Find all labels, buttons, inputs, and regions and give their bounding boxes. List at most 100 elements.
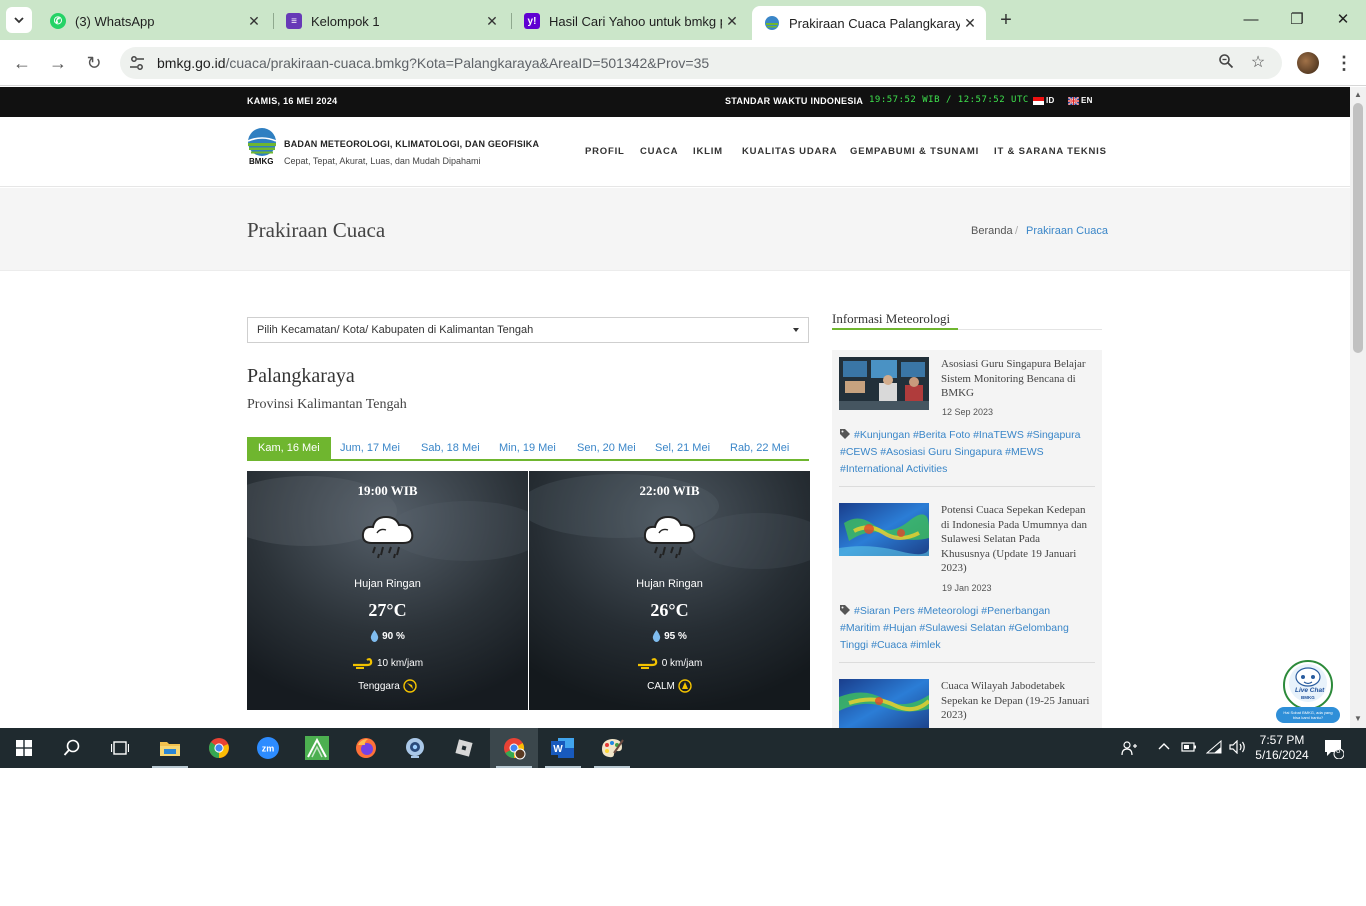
tag-icon <box>840 429 850 439</box>
news-thumbnail[interactable] <box>839 679 929 728</box>
zoom-icon[interactable] <box>1216 53 1236 73</box>
taskbar-chrome[interactable] <box>195 728 243 768</box>
tab-whatsapp[interactable]: ✆ (3) WhatsApp ✕ <box>38 6 270 36</box>
humidity-value: 90 % <box>382 630 405 642</box>
tab-title: Prakiraan Cuaca Palangkaraya - <box>789 15 960 31</box>
day-tabs: Kam, 16 Mei Jum, 17 Mei Sab, 18 Mei Min,… <box>247 437 809 461</box>
taskbar-firefox[interactable] <box>342 728 390 768</box>
svg-text:W: W <box>553 744 563 755</box>
chrome-icon <box>208 738 229 759</box>
wind-direction: Tenggara <box>358 680 400 692</box>
menu-cuaca[interactable]: CUACA <box>640 146 678 157</box>
taskbar-file-explorer[interactable] <box>146 728 194 768</box>
start-button[interactable] <box>0 728 48 768</box>
paint-icon <box>602 739 624 758</box>
news-title[interactable]: Cuaca Wilayah Jabodetabek Sepekan ke Dep… <box>941 679 1091 723</box>
temperature: 26°C <box>650 600 689 620</box>
live-chat-hint: Hai Sobat BMKG, ada yang bisa kami bantu… <box>1283 710 1333 720</box>
empty-area-below-screen <box>0 768 1366 906</box>
folder-icon <box>160 742 180 756</box>
new-tab-button[interactable]: + <box>994 8 1018 32</box>
close-window-button[interactable]: ✕ <box>1320 6 1366 34</box>
scroll-up-icon[interactable]: ▲ <box>1354 90 1362 99</box>
zoom-app-icon: zm <box>257 737 279 759</box>
language-id-link[interactable]: ID <box>1033 96 1055 105</box>
forecast-time: 19:00 WIB <box>357 483 418 498</box>
day-tab-kam-16[interactable]: Kam, 16 Mei <box>247 437 331 459</box>
show-hidden-icons-chevron-icon[interactable] <box>1157 740 1171 757</box>
page-scrollbar[interactable]: ▲ ▼ <box>1350 87 1366 728</box>
humidity-drop-icon <box>652 630 661 642</box>
yahoo-icon: y! <box>524 13 540 29</box>
day-tab-sab-18[interactable]: Sab, 18 Mei <box>410 437 491 459</box>
close-tab-icon[interactable]: ✕ <box>482 13 502 30</box>
province-name: Provinsi Kalimantan Tengah <box>247 397 407 412</box>
location-select[interactable]: Pilih Kecamatan/ Kota/ Kabupaten di Kali… <box>247 317 809 343</box>
location-select-value: Pilih Kecamatan/ Kota/ Kabupaten di Kali… <box>257 324 534 336</box>
day-tab-sen-20[interactable]: Sen, 20 Mei <box>566 437 647 459</box>
profile-avatar[interactable] <box>1297 52 1319 74</box>
taskbar-webcam-app[interactable] <box>391 728 439 768</box>
live-chat-widget[interactable]: Live Chat BMKG Hai Sobat BMKG, ada yang … <box>1276 659 1340 725</box>
news-thumbnail[interactable] <box>839 357 929 410</box>
battery-icon[interactable] <box>1181 740 1197 757</box>
bmkg-logo[interactable]: BMKG <box>247 127 277 167</box>
back-button[interactable]: ← <box>9 50 35 76</box>
menu-it-sarana-teknis[interactable]: IT & SARANA TEKNIS <box>994 146 1107 157</box>
action-center-icon[interactable]: 8 <box>1324 739 1345 762</box>
org-name: BADAN METEOROLOGI, KLIMATOLOGI, DAN GEOF… <box>284 139 540 149</box>
address-bar[interactable]: bmkg.go.id/cuaca/prakiraan-cuaca.bmkg?Ko… <box>120 47 1282 79</box>
menu-kualitas-udara[interactable]: KUALITAS UDARA <box>742 146 837 157</box>
search-button[interactable] <box>48 728 96 768</box>
page-header: Prakiraan Cuaca Beranda / Prakiraan Cuac… <box>0 188 1350 271</box>
taskbar-clock[interactable]: 7:57 PM 5/16/2024 <box>1252 733 1312 763</box>
reload-button[interactable]: ↻ <box>81 50 107 76</box>
restore-button[interactable]: ❐ <box>1274 6 1320 34</box>
menu-profil[interactable]: PROFIL <box>585 146 625 157</box>
scroll-down-icon[interactable]: ▼ <box>1354 714 1362 723</box>
news-tags[interactable]: #Siaran Pers #Meteorologi #Penerbangan #… <box>840 605 1069 651</box>
taskbar-word[interactable]: W <box>539 728 587 768</box>
wifi-icon[interactable] <box>1205 739 1222 757</box>
close-tab-icon[interactable]: ✕ <box>244 13 264 30</box>
tab-prakiraan-cuaca[interactable]: Prakiraan Cuaca Palangkaraya - ✕ <box>752 6 986 40</box>
chrome-menu-icon[interactable]: ⋮ <box>1334 50 1354 76</box>
temperature: 27°C <box>368 600 407 620</box>
taskbar-zoom[interactable]: zm <box>244 728 292 768</box>
wind-icon <box>637 658 657 669</box>
city-name: Palangkaraya <box>247 365 355 387</box>
menu-iklim[interactable]: IKLIM <box>693 146 723 157</box>
tab-search-button[interactable] <box>6 7 32 33</box>
language-en-link[interactable]: EN <box>1068 96 1093 105</box>
windows-taskbar: zm W 7:57 PM 5/16/2024 8 <box>0 728 1366 768</box>
task-view-button[interactable] <box>96 728 144 768</box>
taskbar-app-green[interactable] <box>293 728 341 768</box>
news-thumbnail[interactable] <box>839 503 929 556</box>
news-title[interactable]: Potensi Cuaca Sepekan Kedepan di Indones… <box>941 503 1091 576</box>
tab-yahoo[interactable]: y! Hasil Cari Yahoo untuk bmkg pa ✕ <box>512 6 748 36</box>
minimize-button[interactable]: — <box>1228 6 1274 34</box>
day-tab-sel-21[interactable]: Sel, 21 Mei <box>644 437 721 459</box>
caret-down-icon <box>793 328 799 332</box>
breadcrumb-home[interactable]: Beranda <box>971 225 1013 237</box>
news-tags[interactable]: #Kunjungan #Berita Foto #InaTEWS #Singap… <box>840 429 1080 475</box>
taskbar-roblox[interactable] <box>440 728 488 768</box>
bookmark-star-icon[interactable]: ☆ <box>1248 53 1268 73</box>
taskbar-chrome-profile[interactable] <box>490 728 538 768</box>
scrollbar-thumb[interactable] <box>1353 103 1363 353</box>
bmkg-icon <box>764 15 780 31</box>
volume-icon[interactable] <box>1229 739 1247 757</box>
site-settings-icon[interactable] <box>128 54 146 72</box>
day-tab-rab-22[interactable]: Rab, 22 Mei <box>719 437 800 459</box>
people-icon[interactable] <box>1121 740 1137 759</box>
close-tab-icon[interactable]: ✕ <box>960 15 980 32</box>
taskbar-paint[interactable] <box>588 728 636 768</box>
menu-gempabumi-tsunami[interactable]: GEMPABUMI & TSUNAMI <box>850 146 979 157</box>
close-tab-icon[interactable]: ✕ <box>722 13 742 30</box>
forward-button[interactable]: → <box>45 50 71 76</box>
news-title[interactable]: Asosiasi Guru Singapura Belajar Sistem M… <box>941 357 1091 401</box>
day-tab-jum-17[interactable]: Jum, 17 Mei <box>329 437 411 459</box>
tab-kelompok[interactable]: ≡ Kelompok 1 ✕ <box>274 6 508 36</box>
wind-direction: CALM <box>647 680 675 692</box>
day-tab-min-19[interactable]: Min, 19 Mei <box>488 437 567 459</box>
